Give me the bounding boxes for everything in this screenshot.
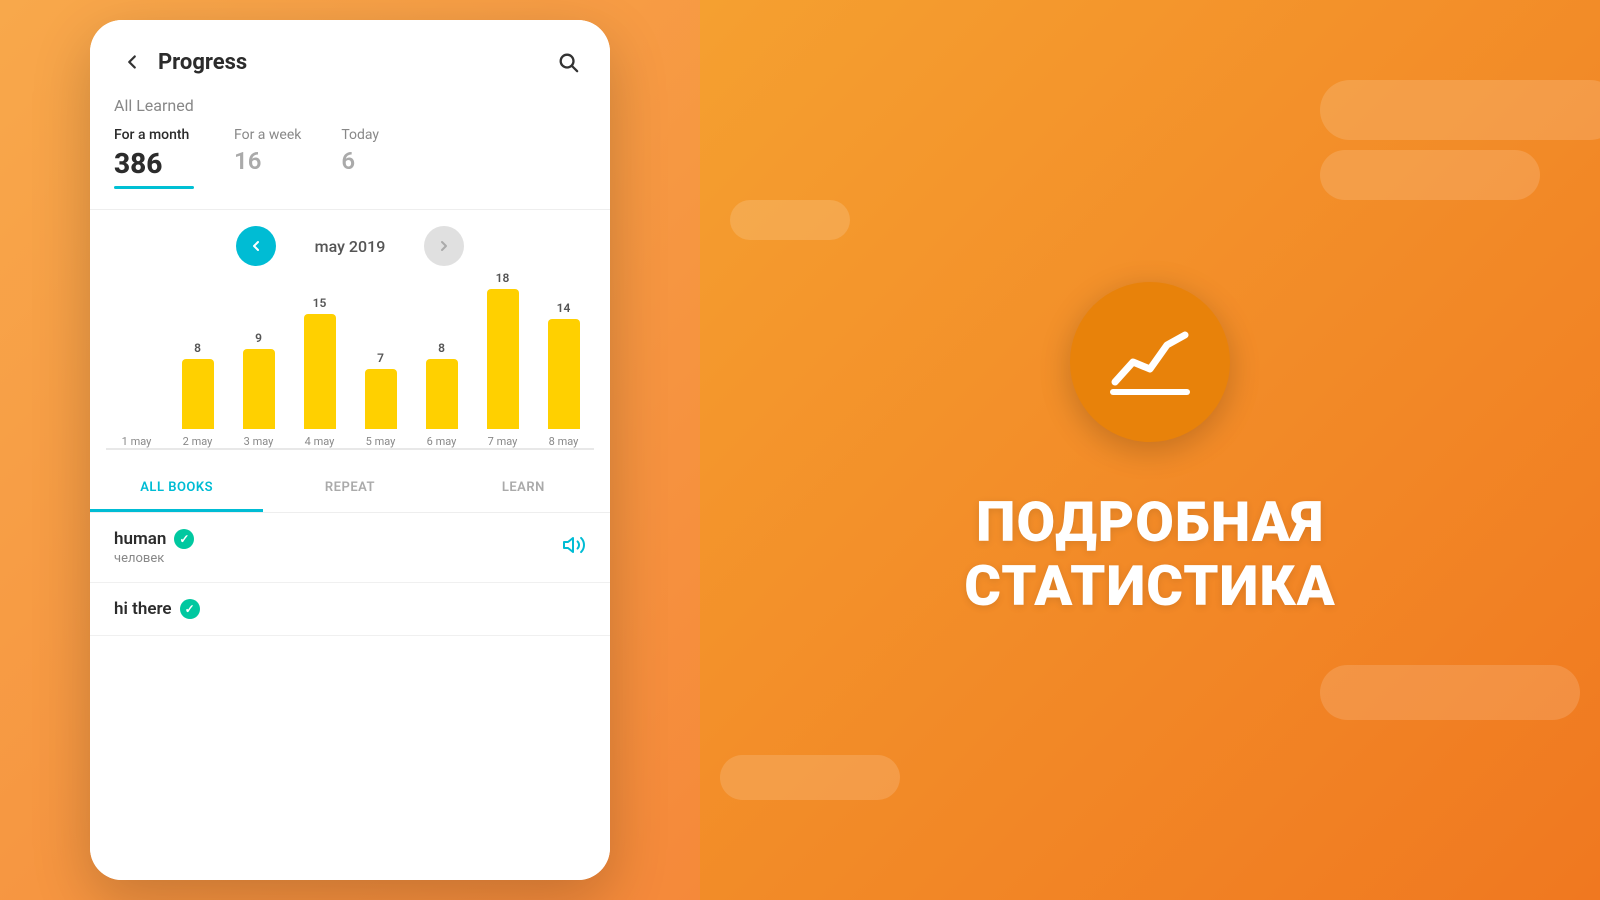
chart-icon xyxy=(1105,317,1195,407)
bar xyxy=(304,314,336,429)
cloud-deco-2 xyxy=(1320,150,1540,200)
stat-month-value: 386 xyxy=(114,147,194,180)
bar-value: 8 xyxy=(438,341,445,355)
right-title: ПОДРОБНАЯ СТАТИСТИКА xyxy=(964,490,1335,619)
word-english-2: hi there ✓ xyxy=(114,599,200,619)
bar-date-label: 1 may xyxy=(122,435,152,448)
next-month-button[interactable] xyxy=(424,226,464,266)
word-english: human ✓ xyxy=(114,529,194,549)
tab-repeat[interactable]: REPEAT xyxy=(263,466,436,512)
word-item-human: human ✓ человек xyxy=(90,513,610,583)
stat-week-label: For a week xyxy=(234,127,301,143)
bar-group: 8 6 may xyxy=(411,341,472,448)
word-text-2: hi there xyxy=(114,599,172,619)
bar xyxy=(365,369,397,429)
bar-date-label: 7 may xyxy=(488,435,518,448)
stat-week-value: 16 xyxy=(234,147,301,175)
bar-group: 9 3 may xyxy=(228,331,289,448)
bar-value: 18 xyxy=(496,271,510,285)
cloud-deco-5 xyxy=(730,200,850,240)
tab-all-books[interactable]: ALL BOOKS xyxy=(90,466,263,512)
stats-row: For a month 386 For a week 16 Today 6 xyxy=(114,127,586,189)
phone-card: Progress All Learned For a month 386 xyxy=(90,20,610,880)
bar-date-label: 5 may xyxy=(366,435,396,448)
right-title-line2: СТАТИСТИКА xyxy=(964,554,1335,618)
learned-check-icon: ✓ xyxy=(174,529,194,549)
prev-month-button[interactable] xyxy=(236,226,276,266)
bar-chart: 1 may82 may93 may154 may75 may86 may187 … xyxy=(90,282,610,450)
word-left: human ✓ человек xyxy=(114,529,194,566)
bar-date-label: 8 may xyxy=(549,435,579,448)
bar xyxy=(548,319,580,429)
stat-today-label: Today xyxy=(341,127,379,143)
bar-group: 1 may xyxy=(106,411,167,448)
learned-check-icon-2: ✓ xyxy=(180,599,200,619)
left-panel: Progress All Learned For a month 386 xyxy=(0,0,700,900)
word-translation: человек xyxy=(114,551,194,566)
stat-today[interactable]: Today 6 xyxy=(341,127,379,175)
cloud-deco-3 xyxy=(1320,665,1580,720)
bar-value: 14 xyxy=(557,301,571,315)
all-learned-label: All Learned xyxy=(114,96,586,115)
bar-date-label: 4 may xyxy=(305,435,335,448)
stat-week[interactable]: For a week 16 xyxy=(234,127,301,175)
word-list: human ✓ человек hi there xyxy=(90,513,610,880)
right-panel: ПОДРОБНАЯ СТАТИСТИКА xyxy=(700,0,1600,900)
bar xyxy=(243,349,275,429)
bar-date-label: 3 may xyxy=(244,435,274,448)
page-title: Progress xyxy=(158,50,550,75)
tab-learn[interactable]: LEARN xyxy=(437,466,610,512)
cloud-deco-4 xyxy=(720,755,900,800)
stats-icon-circle xyxy=(1070,282,1230,442)
stat-month[interactable]: For a month 386 xyxy=(114,127,194,189)
back-button[interactable] xyxy=(114,44,150,80)
bar-group: 7 5 may xyxy=(350,351,411,448)
bar-group: 18 7 may xyxy=(472,271,533,448)
bar xyxy=(487,289,519,429)
bar-value: 7 xyxy=(377,351,384,365)
bar-date-label: 6 may xyxy=(427,435,457,448)
month-label: may 2019 xyxy=(300,237,400,256)
bars-container: 1 may82 may93 may154 may75 may86 may187 … xyxy=(106,290,594,450)
word-left-2: hi there ✓ xyxy=(114,599,200,619)
stat-month-label: For a month xyxy=(114,127,194,143)
speaker-button[interactable] xyxy=(562,533,586,562)
bar-value: 9 xyxy=(255,331,262,345)
active-indicator xyxy=(114,186,194,189)
bar-group: 14 8 may xyxy=(533,301,594,448)
bar xyxy=(182,359,214,429)
bar-group: 8 2 may xyxy=(167,341,228,448)
cloud-deco-1 xyxy=(1320,80,1600,140)
word-item-hithere: hi there ✓ xyxy=(90,583,610,636)
right-title-line1: ПОДРОБНАЯ xyxy=(964,490,1335,554)
bar-date-label: 2 may xyxy=(183,435,213,448)
stat-today-value: 6 xyxy=(341,147,379,175)
bar-value: 15 xyxy=(313,296,327,310)
stats-section: All Learned For a month 386 For a week 1… xyxy=(90,96,610,209)
bar-value: 8 xyxy=(194,341,201,355)
bar-group: 15 4 may xyxy=(289,296,350,448)
search-button[interactable] xyxy=(550,44,586,80)
tabs: ALL BOOKS REPEAT LEARN xyxy=(90,466,610,513)
app-header: Progress xyxy=(90,20,610,96)
bar xyxy=(426,359,458,429)
word-text: human xyxy=(114,529,166,549)
